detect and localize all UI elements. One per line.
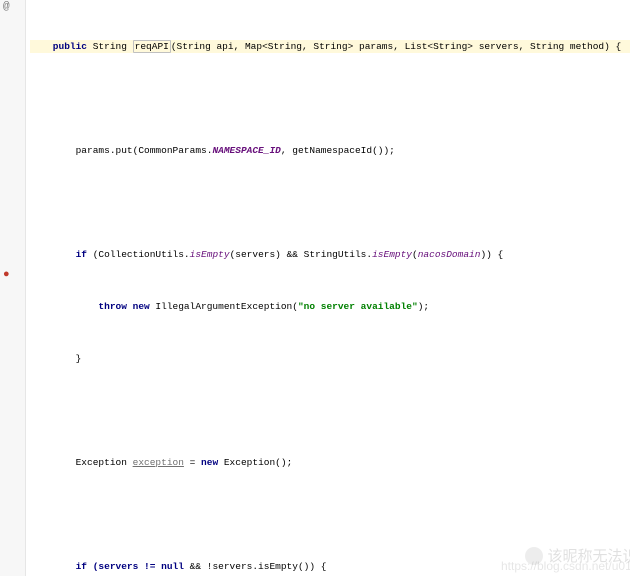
- override-marker-icon[interactable]: @: [3, 1, 10, 13]
- gutter: @ ●: [0, 0, 26, 576]
- breakpoint-icon[interactable]: ●: [3, 269, 10, 281]
- method-signature: public String reqAPI(String api, Map<Str…: [30, 40, 630, 53]
- exception-decl: Exception exception = new Exception();: [30, 456, 630, 469]
- params-put: params.put(CommonParams.NAMESPACE_ID, ge…: [30, 144, 630, 157]
- method-name: reqAPI: [133, 40, 171, 53]
- code-area[interactable]: public String reqAPI(String api, Map<Str…: [26, 0, 630, 576]
- if-empty-check: if (CollectionUtils.isEmpty(servers) && …: [30, 248, 630, 261]
- if-servers-not-null: if (servers != null && !servers.isEmpty(…: [30, 560, 630, 573]
- editor-root: @ ● public String reqAPI(String api, Map…: [0, 0, 630, 576]
- throw-noserver: throw new IllegalArgumentException("no s…: [30, 300, 630, 313]
